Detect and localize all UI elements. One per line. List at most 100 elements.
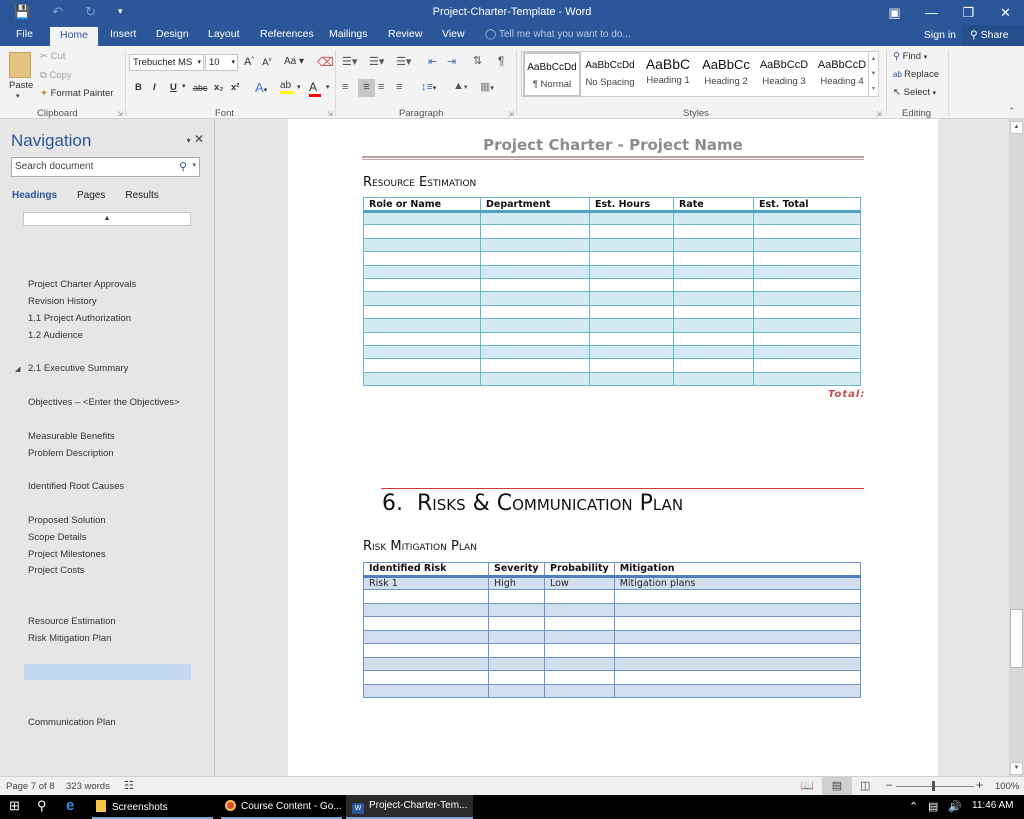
resource-table-cell[interactable] <box>673 210 754 226</box>
cut-button[interactable]: ✂ Cut <box>40 51 65 62</box>
clipboard-launcher-icon[interactable]: ⇲ <box>117 110 123 118</box>
font-name-combo[interactable]: Trebuchet MS ▾ <box>129 54 204 71</box>
resource-table-cell[interactable] <box>673 318 754 333</box>
styles-scroll-buttons[interactable]: ▲ ▼ ▾ <box>868 52 878 97</box>
resource-table-cell[interactable] <box>363 331 481 346</box>
minimize-button[interactable]: — <box>913 0 950 25</box>
resource-table-cell[interactable] <box>753 331 861 346</box>
resource-table-cell[interactable] <box>589 224 674 239</box>
risk-table-cell[interactable] <box>613 643 862 658</box>
resource-table-cell[interactable] <box>363 210 481 226</box>
risk-table-cell[interactable] <box>488 683 545 698</box>
resource-table-cell[interactable] <box>480 318 590 333</box>
search-taskbar-icon[interactable]: ⚲ <box>37 795 47 819</box>
collapse-headings-bar[interactable]: ▲ <box>23 212 191 226</box>
windows-start-icon[interactable]: ⊞ <box>9 795 20 819</box>
resource-table-cell[interactable] <box>589 237 674 253</box>
risk-table-cell[interactable] <box>544 616 615 631</box>
tab-view[interactable]: View <box>442 28 465 40</box>
nav-heading-item[interactable]: Project Costs <box>28 565 85 576</box>
risk-table-cell[interactable] <box>363 616 489 631</box>
styles-launcher-icon[interactable]: ⇲ <box>876 110 882 118</box>
expand-collapse-icon[interactable]: ◢ <box>15 365 20 373</box>
resource-table-cell[interactable] <box>673 331 754 346</box>
risk-table-cell[interactable] <box>544 643 615 658</box>
scroll-down-icon[interactable]: ▼ <box>1010 762 1023 775</box>
resource-table-cell[interactable] <box>480 371 590 387</box>
style-heading-4[interactable]: AaBbCcD Heading 4 <box>813 52 871 97</box>
resource-table-cell[interactable] <box>363 304 481 320</box>
paragraph-launcher-icon[interactable]: ⇲ <box>508 110 514 118</box>
resource-table-cell[interactable] <box>589 331 674 346</box>
tab-review[interactable]: Review <box>388 28 422 40</box>
risk-table-cell[interactable]: Mitigation plans <box>613 575 862 590</box>
nav-tab-pages[interactable]: Pages <box>77 190 105 201</box>
resource-table-cell[interactable] <box>753 318 861 333</box>
risk-table-cell[interactable] <box>613 602 862 617</box>
resource-table-cell[interactable] <box>673 371 754 387</box>
zoom-slider-track[interactable] <box>896 786 974 787</box>
risk-table-cell[interactable] <box>613 656 862 671</box>
sign-in-link[interactable]: Sign in <box>924 29 956 41</box>
resource-table-cell[interactable] <box>753 224 861 239</box>
close-pane-icon[interactable]: ✕ <box>194 132 204 146</box>
resource-table-cell[interactable] <box>753 210 861 226</box>
nav-heading-item[interactable]: 2.1 Executive Summary <box>28 363 128 374</box>
resource-table-cell[interactable] <box>589 358 674 373</box>
change-case-button[interactable]: Aa ▾ <box>284 56 304 67</box>
resource-table-cell[interactable] <box>480 277 590 293</box>
resource-table-cell[interactable] <box>589 210 674 226</box>
risk-table-cell[interactable] <box>613 616 862 631</box>
paste-button[interactable]: Paste <box>9 80 33 91</box>
resource-table-cell[interactable] <box>753 291 861 306</box>
strikethrough-button[interactable]: abc <box>193 83 208 93</box>
show-hidden-icons[interactable]: ⌃ <box>909 795 918 819</box>
sort-icon[interactable]: ⇅ <box>473 54 482 67</box>
tab-mailings[interactable]: Mailings <box>329 28 368 40</box>
risk-table-cell[interactable] <box>613 683 862 698</box>
resource-table-cell[interactable] <box>480 251 590 266</box>
tab-file[interactable]: File <box>16 28 33 40</box>
clear-formatting-icon[interactable]: ⌫ <box>317 55 334 69</box>
paste-dropdown-icon[interactable]: ▾ <box>16 92 20 100</box>
nav-heading-item[interactable]: Problem Description <box>28 448 114 459</box>
risk-table-cell[interactable] <box>363 589 489 604</box>
style-heading-1[interactable]: AaBbC Heading 1 <box>639 52 697 97</box>
zoom-out-button[interactable]: – <box>886 779 892 791</box>
highlight-color-button[interactable]: ab <box>280 80 294 94</box>
clock[interactable]: 11:46 AM <box>972 795 1014 819</box>
search-document-input[interactable]: Search document ⚲ ▾ <box>11 157 200 177</box>
risk-table-cell[interactable] <box>488 643 545 658</box>
nav-tab-headings[interactable]: Headings <box>12 190 57 201</box>
document-page[interactable]: Project Charter - Project Name Resource … <box>288 119 938 776</box>
risk-table-cell[interactable] <box>488 589 545 604</box>
resource-table-cell[interactable] <box>480 331 590 346</box>
resource-table-cell[interactable] <box>753 344 861 360</box>
risk-table-cell[interactable] <box>363 602 489 617</box>
taskbar-item-screenshots[interactable]: Screenshots <box>92 795 213 819</box>
nav-selected-heading[interactable] <box>24 664 191 680</box>
risk-table-cell[interactable] <box>488 616 545 631</box>
font-launcher-icon[interactable]: ⇲ <box>327 110 333 118</box>
nav-heading-item[interactable]: Objectives – <Enter the Objectives> <box>28 397 180 408</box>
resource-table-cell[interactable] <box>363 318 481 333</box>
resource-table-cell[interactable] <box>673 251 754 266</box>
taskbar-item-word[interactable]: W Project-Charter-Tem... <box>346 795 473 819</box>
nav-heading-item[interactable]: Measurable Benefits <box>28 431 115 442</box>
risk-table-cell[interactable]: High <box>488 575 545 590</box>
risk-table-cell[interactable] <box>488 629 545 644</box>
risk-table-cell[interactable] <box>488 602 545 617</box>
risk-table-cell[interactable] <box>544 670 615 685</box>
text-effects-icon[interactable]: A▾ <box>255 80 267 95</box>
font-color-dropdown-icon[interactable]: ▾ <box>326 83 330 91</box>
highlight-dropdown-icon[interactable]: ▾ <box>297 83 301 91</box>
nav-tab-results[interactable]: Results <box>125 190 158 201</box>
risk-table-cell[interactable] <box>544 629 615 644</box>
borders-icon[interactable]: ▦▾ <box>480 80 494 93</box>
resource-table-cell[interactable] <box>589 318 674 333</box>
resource-table-cell[interactable] <box>753 304 861 320</box>
tab-home[interactable]: Home <box>50 27 99 46</box>
risk-table-cell[interactable]: Risk 1 <box>363 575 489 590</box>
font-color-button[interactable]: A <box>309 80 321 97</box>
subscript-button[interactable]: x₂ <box>214 82 224 93</box>
